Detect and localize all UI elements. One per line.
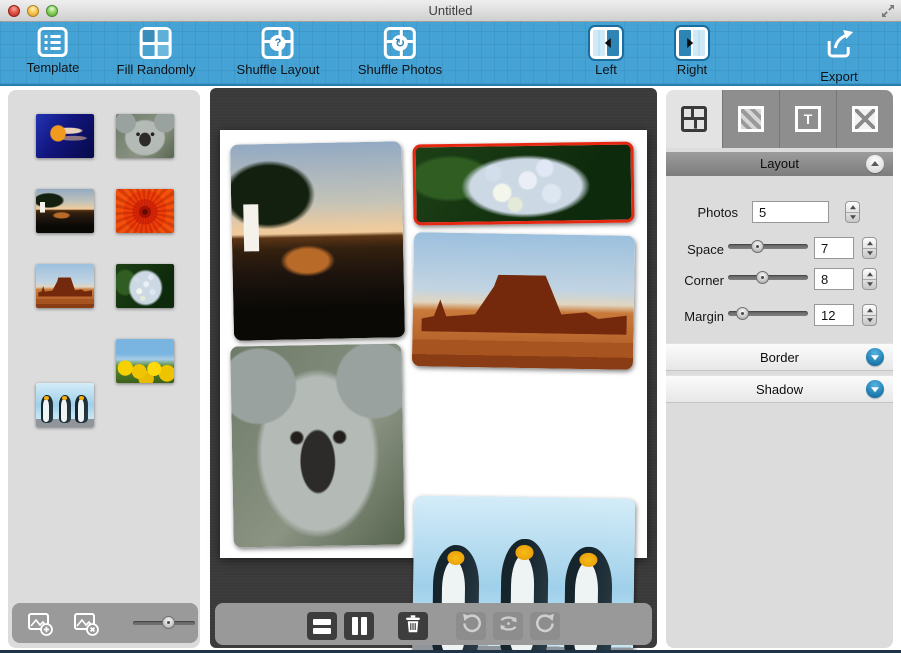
export-label: Export	[820, 69, 858, 84]
fill-randomly-button[interactable]: Fill Randomly	[117, 27, 196, 77]
corner-slider	[728, 271, 808, 284]
canvas-toolbar	[215, 603, 652, 645]
expand-shadow-button[interactable]	[866, 380, 884, 398]
rotate-right-icon	[534, 612, 557, 640]
left-panel-icon	[590, 27, 622, 59]
collage-photo-lighthouse[interactable]	[230, 141, 405, 341]
space-stepper[interactable]	[862, 237, 877, 259]
thumbnail-koala[interactable]	[116, 114, 174, 158]
window-title: Untitled	[0, 3, 901, 18]
template-label: Template	[27, 60, 80, 75]
inspector-panel: T Layout Photos Space Corner Margin	[666, 90, 893, 648]
tab-clear[interactable]	[836, 90, 893, 148]
flip-icon	[497, 612, 520, 640]
background-tab-icon	[738, 106, 764, 132]
margin-stepper[interactable]	[862, 304, 877, 326]
toggle-left-panel-button[interactable]: Left	[590, 27, 622, 77]
corner-label: Corner	[666, 273, 724, 288]
layout-tab-icon	[681, 106, 707, 132]
delete-photo-button[interactable]	[398, 612, 428, 640]
collapse-layout-button[interactable]	[866, 155, 884, 173]
margin-label: Margin	[666, 309, 724, 324]
thumbnail-red-flower[interactable]	[116, 189, 174, 233]
thumbnail-size-slider	[133, 619, 195, 627]
clear-tab-icon	[852, 106, 878, 132]
thumbnail-lighthouse[interactable]	[36, 189, 94, 233]
border-section-header[interactable]: Border	[666, 343, 893, 371]
template-button[interactable]: Template	[27, 27, 80, 75]
titlebar: Untitled	[0, 0, 901, 22]
rotate-left-icon	[460, 612, 483, 640]
shuffle-photos-button[interactable]: Shuffle Photos	[358, 27, 442, 77]
collage-photo-desert-mesa[interactable]	[412, 232, 635, 370]
rotate-right-button[interactable]	[530, 612, 560, 640]
collage-page[interactable]	[220, 130, 647, 558]
shuffle-photos-label: Shuffle Photos	[358, 62, 442, 77]
thumbnail-jellyfish[interactable]	[36, 114, 94, 158]
margin-slider	[728, 307, 808, 320]
thumbnail-penguins[interactable]	[36, 383, 94, 427]
space-slider-thumb[interactable]	[751, 240, 764, 253]
shadow-section-header[interactable]: Shadow	[666, 375, 893, 403]
border-section-title: Border	[760, 350, 799, 365]
text-tab-icon: T	[795, 106, 821, 132]
fill-randomly-icon	[140, 27, 172, 59]
layout-section-header[interactable]: Layout	[666, 152, 893, 176]
split-horizontal-icon	[313, 619, 331, 634]
corner-slider-thumb[interactable]	[756, 271, 769, 284]
fullscreen-icon[interactable]	[881, 4, 895, 18]
collage-canvas	[210, 88, 657, 648]
shadow-section-title: Shadow	[756, 382, 803, 397]
tab-layout[interactable]	[666, 90, 722, 148]
app-window: Untitled Template Fill Randomly Shuffle …	[0, 0, 901, 653]
thumbnail-hydrangea[interactable]	[116, 264, 174, 308]
photo-library-panel	[8, 90, 200, 648]
right-label: Right	[677, 62, 707, 77]
flip-button[interactable]	[493, 612, 523, 640]
tab-text[interactable]: T	[779, 90, 836, 148]
left-label: Left	[595, 62, 617, 77]
inspector-tabs: T	[666, 90, 893, 148]
corner-stepper[interactable]	[862, 268, 877, 290]
space-label: Space	[666, 242, 724, 257]
corner-field[interactable]	[814, 268, 854, 290]
space-slider-track[interactable]	[728, 244, 808, 249]
split-vertical-icon	[352, 617, 367, 635]
collage-photo-koala[interactable]	[230, 344, 404, 548]
toolbar: Template Fill Randomly Shuffle Layout Sh…	[0, 22, 901, 86]
fill-randomly-label: Fill Randomly	[117, 62, 196, 77]
right-panel-icon	[676, 27, 708, 59]
shuffle-photos-icon	[384, 27, 416, 59]
export-icon	[822, 27, 856, 66]
shuffle-layout-label: Shuffle Layout	[237, 62, 320, 77]
space-slider	[728, 240, 808, 253]
shuffle-layout-button[interactable]: Shuffle Layout	[237, 27, 320, 77]
thumbnail-desert-mesa[interactable]	[36, 264, 94, 308]
expand-border-button[interactable]	[866, 348, 884, 366]
layout-section-title: Layout	[760, 156, 799, 171]
template-icon	[38, 27, 68, 57]
photos-label: Photos	[666, 205, 738, 220]
collage-photo-hydrangea-selected[interactable]	[412, 141, 634, 225]
shuffle-layout-icon	[262, 27, 294, 59]
export-button[interactable]: Export	[820, 27, 858, 84]
library-toolbar	[12, 603, 198, 643]
photos-stepper[interactable]	[845, 201, 860, 223]
photos-field[interactable]	[752, 201, 829, 223]
margin-field[interactable]	[814, 304, 854, 326]
thumbnail-yellow-tulips[interactable]	[116, 339, 174, 383]
split-vertical-button[interactable]	[344, 612, 374, 640]
trash-icon	[402, 613, 424, 640]
toggle-right-panel-button[interactable]: Right	[676, 27, 708, 77]
slider-thumb[interactable]	[162, 616, 175, 629]
margin-slider-thumb[interactable]	[736, 307, 749, 320]
space-field[interactable]	[814, 237, 854, 259]
rotate-left-button[interactable]	[456, 612, 486, 640]
split-horizontal-button[interactable]	[307, 612, 337, 640]
tab-background[interactable]	[722, 90, 779, 148]
